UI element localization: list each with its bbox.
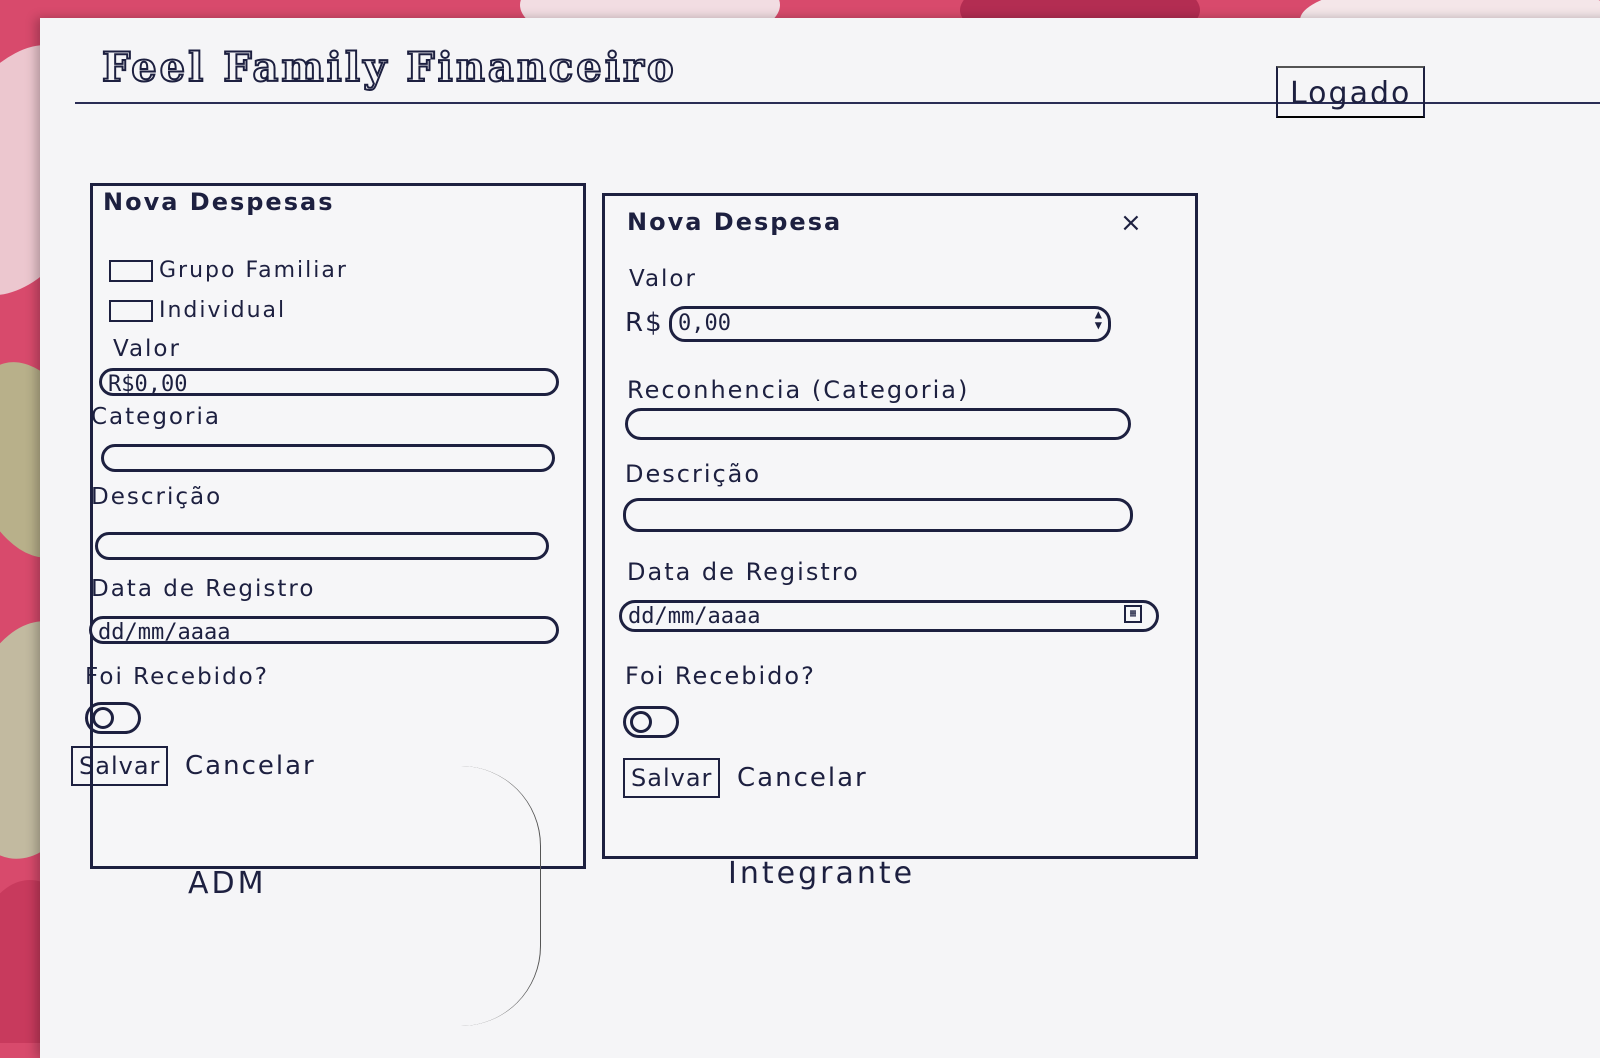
descricao-label: Descrição [91, 484, 223, 510]
toggle-icon [92, 707, 114, 729]
categoria-label: Reconhencia (Categoria) [627, 376, 970, 404]
calendar-icon[interactable]: ▦ [1124, 605, 1142, 623]
valor-label: Valor [629, 266, 697, 292]
save-button[interactable]: Salvar [623, 758, 721, 798]
valor-value: 0,00 [678, 311, 731, 336]
recebido-label: Foi Recebido? [625, 662, 816, 690]
date-placeholder: dd/mm/aaaa [628, 604, 761, 629]
data-registro-input[interactable]: dd/mm/aaaa [89, 616, 559, 645]
user-status-button[interactable]: Logado [1276, 66, 1426, 118]
data-registro-label: Data de Registro [627, 558, 860, 586]
toggle-icon [630, 711, 652, 733]
option-label: Grupo Familiar [159, 258, 348, 283]
valor-input[interactable]: 0,00 ▲ ▼ [669, 306, 1111, 342]
valor-input[interactable]: R$0,00 [99, 368, 559, 397]
integrante-caption: Integrante [728, 856, 916, 891]
categoria-input[interactable] [625, 408, 1131, 440]
cancel-button[interactable]: Cancelar [737, 758, 868, 798]
save-button[interactable]: Salvar [71, 746, 169, 786]
recebido-toggle[interactable] [85, 702, 141, 734]
categoria-input[interactable] [101, 444, 555, 472]
wireframe-paper: Feel Family Financeiro Logado Nova Despe… [40, 18, 1600, 1058]
descricao-label: Descrição [625, 460, 762, 488]
data-registro-label: Data de Registro [91, 576, 316, 602]
recebido-label: Foi Recebido? [85, 664, 269, 690]
adm-expense-form: Nova Despesas Grupo Familiar Individual … [71, 183, 586, 869]
adm-caption: ADM [188, 866, 267, 901]
data-registro-input[interactable]: dd/mm/aaaa ▦ [619, 600, 1159, 632]
close-icon[interactable]: × [1120, 208, 1142, 238]
integrante-expense-form: Nova Despesa × Valor R$ 0,00 ▲ ▼ Reconhen… [602, 193, 1198, 859]
descricao-input[interactable] [95, 532, 549, 560]
option-grupo-familiar[interactable]: Grupo Familiar [109, 258, 348, 283]
panel-title: Nova Despesas [103, 188, 335, 216]
recebido-toggle[interactable] [623, 706, 679, 738]
valor-label: Valor [113, 336, 181, 362]
app-title: Feel Family Financeiro [101, 43, 677, 92]
descricao-input[interactable] [623, 498, 1133, 532]
checkbox-icon[interactable] [109, 259, 153, 282]
pencil-stroke [460, 766, 541, 1026]
currency-prefix: R$ [625, 308, 664, 338]
option-individual[interactable]: Individual [109, 298, 286, 323]
cancel-button[interactable]: Cancelar [185, 746, 316, 786]
option-label: Individual [159, 298, 287, 323]
checkbox-icon[interactable] [109, 299, 153, 322]
spinner-icon[interactable]: ▲ ▼ [1095, 308, 1102, 331]
panel-title: Nova Despesa [627, 208, 843, 236]
categoria-label: Categoria [91, 404, 221, 430]
